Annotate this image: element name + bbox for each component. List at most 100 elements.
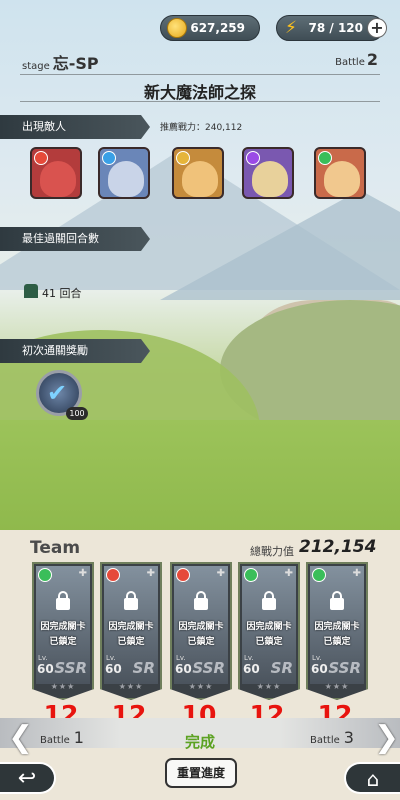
- element-icon: [38, 568, 52, 582]
- lock-icon: [194, 591, 208, 610]
- class-icon: ✚: [146, 568, 155, 579]
- level-label: Lv.: [106, 654, 116, 662]
- enemy-face: [252, 161, 288, 197]
- level-label: Lv.: [38, 654, 48, 662]
- locked-text: 已鎖定: [49, 637, 77, 647]
- dark-element-icon: [246, 151, 260, 165]
- water-element-icon: [102, 151, 116, 165]
- lightning-icon: ⚡: [285, 18, 297, 38]
- locked-text: 已鎖定: [323, 637, 351, 647]
- enemy-portrait-3[interactable]: [172, 147, 224, 199]
- lock-reason-text: 因完成關卡: [246, 622, 292, 632]
- star-rating: ★★★: [256, 682, 282, 691]
- element-icon: [176, 568, 190, 582]
- next-battle-label: Battle: [310, 735, 340, 746]
- lock-reason-text: 因完成關卡: [178, 622, 224, 632]
- level-label: Lv.: [244, 654, 254, 662]
- lock-icon: [330, 591, 344, 610]
- recommended-power: 推薦戰力：240,112: [160, 123, 243, 133]
- class-icon: ✚: [352, 568, 361, 579]
- next-battle-number: 3: [343, 728, 354, 747]
- home-button[interactable]: ⌂: [344, 762, 400, 794]
- rarity-badge: SSR: [192, 659, 225, 677]
- level-value: 60: [243, 662, 260, 676]
- locked-text: 已鎖定: [255, 637, 283, 647]
- team-card-5[interactable]: ✚ 因完成關卡 已鎖定 Lv. 60 SSR ★★★: [306, 562, 368, 700]
- team-card-1[interactable]: ✚ 因完成關卡已鎖定 Lv. 60 SSR ★★★: [32, 562, 94, 700]
- enemy-face: [182, 161, 218, 197]
- total-power-label: 總戰力值: [250, 545, 294, 558]
- divider-bottom: [20, 101, 380, 102]
- enemy-portrait-1[interactable]: [30, 147, 82, 199]
- add-energy-button[interactable]: +: [367, 18, 387, 38]
- lock-reason-text: 因完成關卡: [108, 622, 154, 632]
- stage-label: stage 忘-SP: [22, 50, 99, 74]
- element-icon: [244, 568, 258, 582]
- stage-name: 忘-SP: [52, 54, 99, 73]
- battle-indicator: Battle 2: [335, 50, 378, 69]
- locked-text: 已鎖定: [187, 637, 215, 647]
- enemy-portrait-5[interactable]: [314, 147, 366, 199]
- class-icon: ✚: [78, 568, 87, 579]
- rarity-badge: SSR: [328, 659, 361, 677]
- reward-quantity: 100: [66, 407, 88, 420]
- light-element-icon: [176, 151, 190, 165]
- level-label: Lv.: [176, 654, 186, 662]
- castle-icon: [24, 284, 38, 298]
- page-title: 新大魔法師之探: [143, 83, 256, 102]
- star-rating: ★★★: [118, 682, 144, 691]
- level-label: Lv.: [312, 654, 322, 662]
- stage-prefix: stage: [22, 61, 50, 72]
- element-icon: [312, 568, 326, 582]
- next-battle-arrow[interactable]: ❯: [374, 720, 399, 755]
- fire-element-icon: [34, 151, 48, 165]
- rarity-badge: SR: [132, 659, 155, 677]
- enemy-face: [324, 161, 360, 197]
- enemy-portrait-4[interactable]: [242, 147, 294, 199]
- wind-element-icon: [318, 151, 332, 165]
- mountain-near: [160, 190, 400, 300]
- gold-counter[interactable]: 627,259: [160, 15, 260, 41]
- element-icon: [106, 568, 120, 582]
- energy-counter[interactable]: ⚡ 78 / 120 +: [276, 15, 387, 41]
- battle-number: 2: [366, 50, 378, 69]
- team-card-4[interactable]: ✚ 因完成關卡已鎖定 Lv. 60 SR ★★★: [238, 562, 300, 700]
- divider-top: [20, 74, 380, 75]
- back-button[interactable]: ↩: [0, 762, 56, 794]
- back-arrow-icon: ↩: [17, 766, 37, 791]
- lock-reason-text: 因完成關卡: [40, 622, 86, 632]
- star-rating: ★★★: [50, 682, 76, 691]
- rounds-section-header: 最佳過關回合數: [0, 227, 150, 251]
- battle-label: Battle: [335, 57, 365, 68]
- star-rating: ★★★: [188, 682, 214, 691]
- best-rounds-value: 41 回合: [42, 287, 82, 300]
- home-icon: ⌂: [366, 767, 380, 791]
- energy-value: 78 / 120: [308, 21, 364, 35]
- team-label: Team: [30, 538, 81, 558]
- rarity-badge: SSR: [54, 659, 87, 677]
- grass-field: [0, 420, 400, 530]
- coin-icon: [167, 18, 187, 38]
- level-value: 60: [175, 662, 192, 676]
- enemy-portrait-2[interactable]: [98, 147, 150, 199]
- lock-icon: [124, 591, 138, 610]
- next-battle[interactable]: Battle 3: [310, 728, 354, 747]
- rarity-badge: SR: [270, 659, 293, 677]
- lock-icon: [56, 591, 70, 610]
- level-value: 60: [105, 662, 122, 676]
- star-rating: ★★★: [324, 682, 350, 691]
- reward-section-header: 初次通關獎勵: [0, 339, 150, 363]
- enemies-section-header: 出現敵人: [0, 115, 150, 139]
- total-power-value: 212,154: [299, 537, 377, 557]
- class-icon: ✚: [216, 568, 225, 579]
- enemy-face: [40, 161, 76, 197]
- gold-value: 627,259: [190, 21, 245, 35]
- class-icon: ✚: [284, 568, 293, 579]
- team-card-3[interactable]: ✚ 因完成關卡已鎖定 Lv. 60 SSR ★★★: [170, 562, 232, 700]
- locked-text: 已鎖定: [117, 637, 145, 647]
- level-value: 60: [311, 662, 328, 676]
- lock-icon: [262, 591, 276, 610]
- reset-progress-button[interactable]: 重置進度: [165, 758, 237, 788]
- team-card-2[interactable]: ✚ 因完成關卡已鎖定 Lv. 60 SR ★★★: [100, 562, 162, 700]
- level-value: 60: [37, 662, 54, 676]
